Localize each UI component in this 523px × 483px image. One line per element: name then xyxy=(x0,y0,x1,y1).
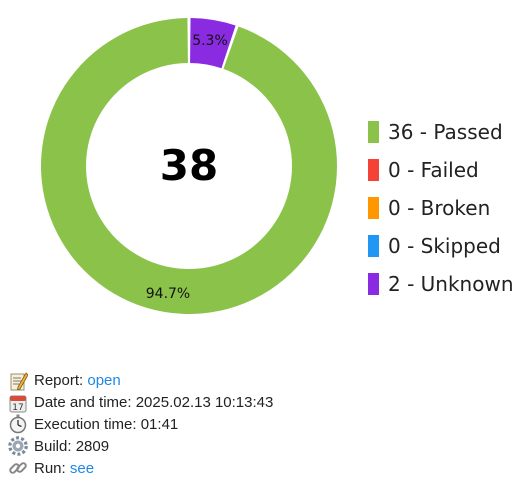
report-info: Report: open 17 Date and time: 2025.02.1… xyxy=(8,370,273,479)
chart-legend: 36 - Passed 0 - Failed 0 - Broken 0 - Sk… xyxy=(368,113,514,303)
legend-item-unknown: 2 - Unknown xyxy=(368,265,514,303)
legend-label: 0 - Failed xyxy=(388,158,479,182)
legend-swatch xyxy=(368,235,379,257)
svg-text:17: 17 xyxy=(12,403,23,413)
total-count: 38 xyxy=(160,141,218,190)
report-label: Report: xyxy=(34,372,84,390)
report-open-link[interactable]: open xyxy=(87,372,120,389)
pct-label-unknown: 5.3% xyxy=(192,33,228,49)
legend-item-failed: 0 - Failed xyxy=(368,151,514,189)
memo-icon xyxy=(10,372,28,391)
date-label: Date and time: 2025.02.13 10:13:43 xyxy=(34,394,274,412)
legend-item-broken: 0 - Broken xyxy=(368,189,514,227)
build-label: Build: 2809 xyxy=(34,437,110,455)
stopwatch-icon xyxy=(9,414,27,434)
legend-label: 36 - Passed xyxy=(388,120,503,144)
legend-label: 2 - Unknown xyxy=(388,272,514,296)
legend-swatch xyxy=(368,121,379,143)
run-label: Run: xyxy=(34,459,66,477)
date-row: 17 Date and time: 2025.02.13 10:13:43 xyxy=(8,392,273,414)
run-see-link[interactable]: see xyxy=(70,460,94,477)
legend-swatch xyxy=(368,159,379,181)
legend-item-passed: 36 - Passed xyxy=(368,113,514,151)
gear-icon xyxy=(8,436,28,457)
calendar-icon: 17 xyxy=(9,395,27,413)
run-row: Run: see xyxy=(8,457,273,479)
legend-swatch xyxy=(368,197,379,219)
link-icon xyxy=(9,462,27,474)
execution-label: Execution time: 01:41 xyxy=(34,415,179,433)
build-row: Build: 2809 xyxy=(8,435,273,457)
donut-chart: 38 5.3% 94.7% xyxy=(41,18,337,314)
legend-label: 0 - Broken xyxy=(388,196,491,220)
execution-row: Execution time: 01:41 xyxy=(8,414,273,436)
legend-label: 0 - Skipped xyxy=(388,234,501,258)
report-row: Report: open xyxy=(8,370,273,392)
legend-item-skipped: 0 - Skipped xyxy=(368,227,514,265)
pct-label-passed: 94.7% xyxy=(146,286,190,302)
legend-swatch xyxy=(368,273,379,295)
